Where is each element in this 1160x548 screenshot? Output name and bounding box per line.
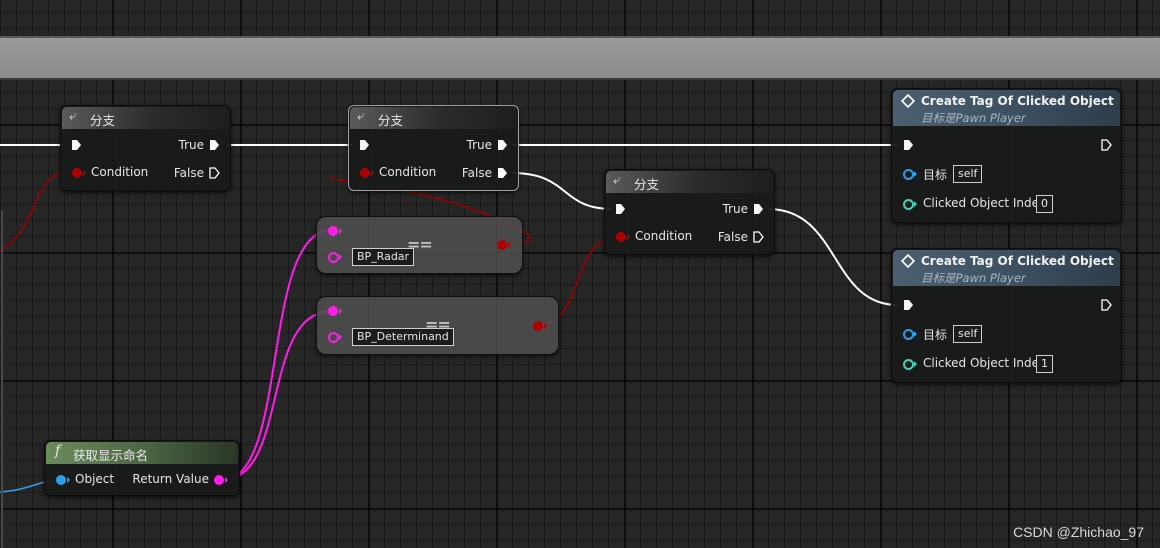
pin-arrow [339, 254, 342, 260]
pin-label: True [722, 202, 749, 216]
node-header: ⤶ 分支 [62, 107, 229, 129]
branch-node[interactable]: ⤶ 分支 True Condition False [604, 169, 775, 255]
string-in-pin[interactable] [328, 306, 338, 316]
pin-label: True [178, 138, 205, 152]
pin-label: Return Value [132, 472, 209, 486]
node-header: f 获取显示命名 [46, 442, 238, 464]
pin-label: False [717, 230, 748, 244]
pin-arrow [914, 201, 917, 207]
object-in-pin[interactable] [903, 169, 914, 180]
node-title: Create Tag Of Clicked Object [921, 94, 1114, 108]
pin-label: Object [75, 472, 115, 486]
equal-compare-node[interactable]: BP_Determinand == [316, 296, 559, 355]
exec-wire [767, 208, 899, 306]
branch-icon: ⤶ [357, 109, 365, 124]
string-in-pin[interactable] [328, 332, 339, 343]
exec-out-pin[interactable] [209, 139, 220, 151]
bool-out-pin[interactable] [497, 240, 507, 250]
pin-label: Clicked Object Index [923, 196, 1046, 210]
node-header: ⤶ 分支 [606, 171, 773, 193]
object-in-pin[interactable] [903, 329, 914, 340]
event-diamond-icon [901, 94, 915, 108]
get-display-name-node[interactable]: f 获取显示命名 Object Return Value [44, 440, 240, 496]
pin-label: False [461, 166, 492, 180]
equal-compare-node[interactable]: BP_Radar == [316, 216, 523, 274]
pin-arrow [544, 323, 547, 329]
int-in-pin[interactable] [903, 359, 914, 370]
string-out-pin[interactable] [214, 475, 224, 485]
pin-arrow [339, 228, 342, 234]
branch-icon: ⤶ [613, 173, 621, 188]
node-title: 分支 [90, 113, 116, 128]
node-subtitle: 目标是Pawn Player [921, 271, 1026, 285]
pin-label: Condition [379, 165, 437, 179]
graph-canvas[interactable]: ⤶ 分支 True Condition False ⤶ 分支 True Cond… [0, 0, 1160, 548]
pin-label: Clicked Object Index [923, 356, 1046, 370]
pin-arrow [83, 170, 86, 176]
branch-icon: ⤶ [69, 109, 77, 124]
exec-in-pin[interactable] [359, 139, 370, 151]
exec-out-pin[interactable] [209, 167, 220, 179]
pin-arrow [914, 361, 917, 367]
pin-label: Condition [635, 229, 693, 243]
exec-out-pin[interactable] [1101, 299, 1112, 311]
equals-operator: == [407, 235, 433, 254]
pin-label: Condition [91, 165, 149, 179]
string-in-pin[interactable] [328, 252, 339, 263]
pin-arrow [371, 170, 374, 176]
node-header: Create Tag Of Clicked Object 目标是Pawn Pla… [893, 90, 1120, 126]
exec-out-pin[interactable] [753, 231, 764, 243]
pin-label: True [466, 138, 493, 152]
pin-arrow [67, 477, 70, 483]
bool-in-pin[interactable] [72, 168, 82, 178]
bool-in-pin[interactable] [360, 168, 370, 178]
pin-arrow [508, 242, 511, 248]
pin-label: False [173, 166, 204, 180]
exec-out-pin[interactable] [497, 139, 508, 151]
node-title: 获取显示命名 [73, 448, 149, 463]
exec-wire [511, 172, 613, 210]
value-field[interactable]: BP_Radar [352, 248, 415, 266]
exec-out-pin[interactable] [1101, 139, 1112, 151]
pin-arrow [914, 331, 917, 337]
node-header: ⤶ 分支 [350, 107, 517, 129]
pin-arrow [914, 171, 917, 177]
exec-in-pin[interactable] [71, 139, 82, 151]
node-title: 分支 [378, 113, 404, 128]
event-diamond-icon [901, 254, 915, 268]
bool-in-pin[interactable] [616, 232, 626, 242]
pin-arrow [339, 334, 342, 340]
function-icon: f [55, 443, 61, 459]
string-in-pin[interactable] [328, 226, 338, 236]
exec-out-pin[interactable] [497, 167, 508, 179]
exec-out-pin[interactable] [753, 203, 764, 215]
pin-arrow [627, 234, 630, 240]
index-field[interactable]: 1 [1036, 355, 1053, 373]
node-title: Create Tag Of Clicked Object [921, 254, 1114, 268]
branch-node[interactable]: ⤶ 分支 True Condition False [60, 105, 231, 191]
create-tag-node[interactable]: Create Tag Of Clicked Object 目标是Pawn Pla… [891, 248, 1122, 383]
bool-out-pin[interactable] [533, 321, 543, 331]
pin-label: 目标 [923, 168, 948, 182]
node-header: Create Tag Of Clicked Object 目标是Pawn Pla… [893, 250, 1120, 286]
branch-node[interactable]: ⤶ 分支 True Condition False [348, 105, 519, 191]
index-field[interactable]: 0 [1036, 195, 1053, 213]
node-subtitle: 目标是Pawn Player [921, 111, 1026, 125]
object-in-pin[interactable] [56, 475, 66, 485]
int-in-pin[interactable] [903, 199, 914, 210]
create-tag-node[interactable]: Create Tag Of Clicked Object 目标是Pawn Pla… [891, 88, 1122, 223]
node-title: 分支 [634, 177, 660, 192]
pin-arrow [339, 308, 342, 314]
target-field[interactable]: self [953, 325, 983, 343]
pin-label: 目标 [923, 328, 948, 342]
pin-arrow [225, 477, 228, 483]
target-field[interactable]: self [953, 165, 983, 183]
exec-in-pin[interactable] [615, 203, 626, 215]
exec-in-pin[interactable] [903, 299, 914, 311]
watermark: CSDN @Zhichao_97 [1013, 524, 1144, 540]
equals-operator: == [425, 315, 451, 334]
exec-in-pin[interactable] [903, 139, 914, 151]
